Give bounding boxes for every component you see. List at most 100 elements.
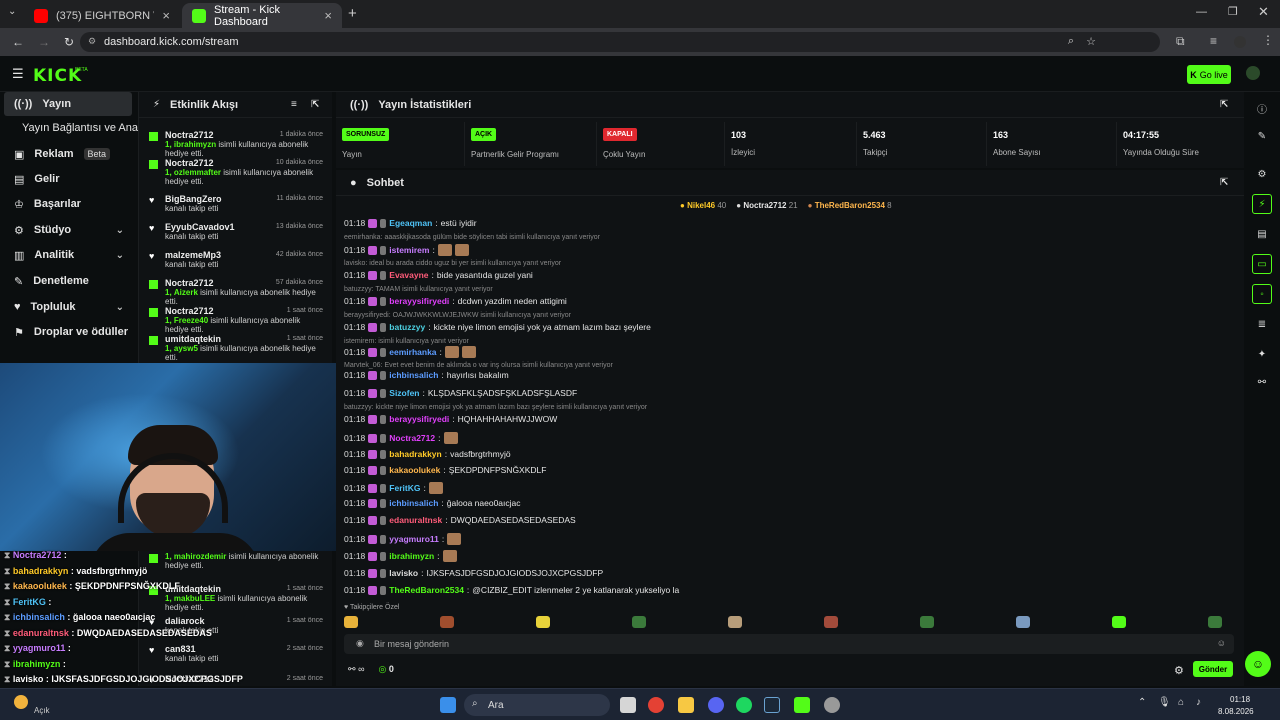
chat-message[interactable]: 01:18 FeritKG:: [344, 482, 443, 494]
site-info-icon[interactable]: ⚙: [88, 36, 96, 47]
mic-icon[interactable]: 🎙︎: [1158, 697, 1171, 708]
chat-message[interactable]: 01:18 Evavayne: bide yasantıda guzel yani: [344, 270, 533, 280]
chat-message[interactable]: 01:18 yyagmuro11:: [344, 533, 462, 545]
chat-message[interactable]: 01:18 berayysifiryedi: dcdwn yazdim neden …: [344, 296, 567, 306]
file-explorer-icon[interactable]: [678, 697, 694, 713]
close-window-icon[interactable]: ✕: [1258, 4, 1269, 20]
chat-message[interactable]: 01:18 Egeaqman: estü iyidir: [344, 218, 477, 228]
wrench-icon[interactable]: ✦: [1254, 346, 1270, 362]
gift-target[interactable]: Aizerk: [174, 288, 198, 297]
chat-username[interactable]: TheRedBaron2534: [389, 585, 464, 595]
sidebar-item-stream-key[interactable]: Yayın Bağlantısı ve Anahtarı: [4, 116, 160, 140]
chat-username[interactable]: ichbinsalich: [389, 498, 438, 508]
sidebar-item-basarilar[interactable]: ♔ Başarılar: [4, 192, 132, 216]
weather-icon[interactable]: [14, 695, 28, 709]
chat-username[interactable]: Evavayne: [389, 270, 428, 280]
send-button[interactable]: Gönder: [1193, 661, 1233, 677]
network-icon[interactable]: ⌂: [1178, 697, 1184, 708]
chat-message[interactable]: 01:18 Sizofen: KLŞDASFKLŞADSFŞKLADSFŞLASDF: [344, 388, 577, 398]
emote-picker-icon[interactable]: ☺: [1217, 638, 1226, 648]
clipboard-icon[interactable]: ▤: [1254, 226, 1270, 242]
chat-message[interactable]: 01:18 ichbinsalich: ğalooa naeo0aıcjac: [344, 498, 521, 508]
maximize-icon[interactable]: ❐: [1228, 5, 1238, 18]
gifter-2[interactable]: ● Noctra2712 21: [736, 201, 797, 210]
chat-username[interactable]: FeritKG: [389, 483, 420, 493]
quick-emote[interactable]: [1208, 616, 1222, 628]
edit-icon[interactable]: ✎: [1254, 128, 1270, 144]
lightning-icon[interactable]: ⚡: [1252, 194, 1272, 214]
sidebar-item-studyo[interactable]: ⚙ Stüdyo ⌄: [4, 218, 132, 242]
share-icon[interactable]: ⚯: [1254, 374, 1270, 390]
chat-username[interactable]: ibrahimyzn: [389, 551, 434, 561]
tray-chevron-icon[interactable]: ⌃: [1138, 697, 1146, 708]
layers-icon[interactable]: ≣: [1254, 316, 1270, 332]
chat-message[interactable]: 01:18 istemirem:: [344, 244, 469, 256]
popout-icon[interactable]: ⇱: [1220, 177, 1228, 188]
user-avatar[interactable]: [1246, 66, 1260, 80]
chat-message[interactable]: 01:18 lavisko: IJKSFASJDFGSDJOJGIODSJOJXCP…: [344, 568, 603, 578]
spotify-icon[interactable]: [736, 697, 752, 713]
quick-emote[interactable]: [1112, 616, 1126, 628]
activity-item[interactable]: ♥ BigBangZero 11 dakika önce kanalı takip e…: [139, 192, 331, 215]
minimize-icon[interactable]: —: [1196, 6, 1207, 18]
chat-message[interactable]: 01:18 bahadrakkyn: vadsfbrgtrhmyjö: [344, 449, 511, 459]
chevron-down-icon[interactable]: ⌄: [116, 302, 124, 313]
sidebar-item-gelir[interactable]: ▤ Gelir: [4, 167, 132, 191]
gift-target[interactable]: Freeze40: [174, 316, 208, 325]
chrome-icon[interactable]: [648, 697, 664, 713]
media-icon[interactable]: ≡: [1210, 34, 1217, 48]
chat-input[interactable]: ◉ Bir mesaj gönderin ☺: [344, 634, 1234, 654]
chat-username[interactable]: Noctra2712: [389, 433, 435, 443]
sidebar-item-topluluk[interactable]: ♥ Topluluk ⌄: [4, 295, 132, 319]
windows-start-icon[interactable]: [440, 697, 456, 713]
gift-target[interactable]: ozlemmafter: [174, 168, 221, 177]
chat-settings-icon[interactable]: ⚙: [1174, 664, 1184, 677]
chat-username[interactable]: Egeaqman: [389, 218, 432, 228]
chat-username[interactable]: berayysifiryedi: [389, 414, 449, 424]
task-view-icon[interactable]: [620, 697, 636, 713]
menu-icon[interactable]: ⋮: [1262, 33, 1274, 47]
chat-message[interactable]: 01:18 batuzzyy: kickte niye limon emojisi …: [344, 322, 651, 332]
quick-emote[interactable]: [344, 616, 358, 628]
back-icon[interactable]: ←: [12, 35, 24, 49]
quick-emote[interactable]: [728, 616, 742, 628]
chat-message[interactable]: 01:18 Noctra2712:: [344, 432, 458, 444]
discord-icon[interactable]: [708, 697, 724, 713]
filter-icon[interactable]: ≡: [291, 99, 297, 110]
chat-username[interactable]: ichbinsalich: [389, 370, 438, 380]
activity-item[interactable]: ♥ EyyubCavadov1 13 dakika önce kanalı takip…: [139, 220, 331, 243]
clock-time[interactable]: 01:18: [1230, 695, 1250, 704]
chat-message[interactable]: 01:18 edanuraltnsk: DWQDAEDASEDASEDASEDAS: [344, 515, 576, 525]
bookmark-icon[interactable]: ☆: [1086, 35, 1096, 48]
new-tab-button[interactable]: +: [348, 5, 357, 22]
taskbar-search[interactable]: ⌕ Ara: [464, 694, 610, 716]
close-tab-icon[interactable]: ×: [162, 8, 170, 23]
profile-avatar[interactable]: [1234, 36, 1246, 48]
gifter-1[interactable]: ● Nikel46 40: [680, 201, 726, 210]
chat-username[interactable]: Sizofen: [389, 388, 419, 398]
quick-emote[interactable]: [536, 616, 550, 628]
forward-icon[interactable]: →: [38, 35, 50, 49]
chat-message[interactable]: 01:18 kakaoolukek: ŞEKDPDNFPSNĞXKDLF: [344, 465, 546, 475]
app-icon[interactable]: [824, 697, 840, 713]
zoom-icon[interactable]: ⌕: [1068, 35, 1074, 48]
connections-icon[interactable]: ⚙: [1254, 166, 1270, 182]
chat-message[interactable]: 01:18 eemirhanka:: [344, 346, 476, 358]
chat-username[interactable]: istemirem: [389, 245, 429, 255]
gift-target[interactable]: ibrahimyzn: [174, 140, 216, 149]
chat-username[interactable]: kakaoolukek: [389, 465, 440, 475]
quick-emote[interactable]: [920, 616, 934, 628]
chat-message[interactable]: 01:18 ibrahimyzn:: [344, 550, 457, 562]
popout-icon[interactable]: ⇱: [1220, 99, 1228, 110]
reload-icon[interactable]: ↻: [64, 35, 74, 49]
support-chat-button[interactable]: ☺: [1245, 651, 1271, 677]
chat-username[interactable]: bahadrakkyn: [389, 449, 441, 459]
steam-icon[interactable]: [764, 697, 780, 713]
chevron-down-icon[interactable]: ⌄: [116, 250, 124, 261]
sidebar-item-reklam[interactable]: ▣ Reklam Beta: [4, 142, 132, 166]
chat-icon[interactable]: ▭: [1252, 254, 1272, 274]
kick-icon[interactable]: [794, 697, 810, 713]
sidebar-item-analitik[interactable]: ▥ Analitik ⌄: [4, 243, 132, 267]
quick-emote[interactable]: [440, 616, 454, 628]
chat-username[interactable]: eemirhanka: [389, 347, 436, 357]
